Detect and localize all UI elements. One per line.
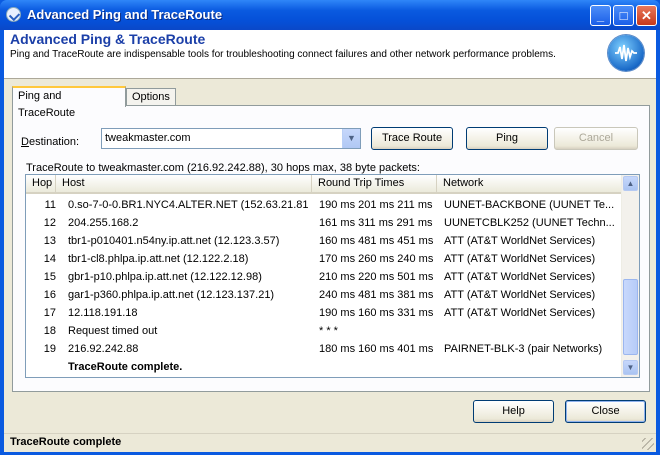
- tab-panel: Destination: tweakmaster.com ▼ Trace Rou…: [12, 105, 650, 392]
- title-bar[interactable]: Advanced Ping and TraceRoute _ □ ✕: [0, 0, 660, 30]
- trace-summary: TraceRoute to tweakmaster.com (216.92.24…: [26, 162, 420, 174]
- destination-value[interactable]: tweakmaster.com: [105, 132, 191, 144]
- hop-cell: 12: [43, 217, 56, 229]
- scrollbar-thumb[interactable]: [623, 279, 638, 355]
- app-window: Advanced Ping and TraceRoute _ □ ✕ Advan…: [0, 0, 660, 455]
- hop-cell: 17: [43, 307, 56, 319]
- rtt-cell: 170 ms 260 ms 240 ms: [319, 253, 434, 265]
- network-cell: ATT (AT&T WorldNet Services): [444, 235, 596, 247]
- table-row[interactable]: 16 gar1-p360.phlpa.ip.att.net (12.123.13…: [26, 286, 622, 304]
- status-text: TraceRoute complete: [10, 436, 122, 448]
- page-description: Ping and TraceRoute are indispensable to…: [10, 49, 556, 60]
- minimize-button[interactable]: _: [590, 5, 611, 26]
- client-area: Advanced Ping & TraceRoute Ping and Trac…: [4, 30, 656, 452]
- hop-cell: 11: [44, 199, 56, 211]
- page-title: Advanced Ping & TraceRoute: [10, 31, 206, 47]
- tab-ping-traceroute[interactable]: Ping and TraceRoute: [12, 86, 126, 119]
- column-header-rtt[interactable]: Round Trip Times: [312, 175, 437, 192]
- network-cell: ATT (AT&T WorldNet Services): [444, 253, 596, 265]
- table-row[interactable]: 18 Request timed out * * *: [26, 322, 622, 340]
- maximize-button[interactable]: □: [613, 5, 634, 26]
- window-title: Advanced Ping and TraceRoute: [27, 7, 223, 22]
- destination-combobox[interactable]: tweakmaster.com ▼: [101, 128, 361, 149]
- close-button[interactable]: Close: [565, 400, 646, 423]
- rtt-cell: 210 ms 220 ms 501 ms: [319, 271, 434, 283]
- network-cell: ATT (AT&T WorldNet Services): [444, 307, 596, 319]
- close-window-button[interactable]: ✕: [636, 5, 657, 26]
- network-cell: ATT (AT&T WorldNet Services): [444, 271, 596, 283]
- table-row[interactable]: 17 12.118.191.18 190 ms 160 ms 331 ms AT…: [26, 304, 622, 322]
- network-cell: PAIRNET-BLK-3 (pair Networks): [444, 343, 603, 355]
- hop-cell: 19: [43, 343, 56, 355]
- rtt-cell: 240 ms 481 ms 381 ms: [319, 289, 434, 301]
- host-cell: 216.92.242.88: [68, 343, 139, 355]
- rtt-cell: 180 ms 160 ms 401 ms: [319, 343, 434, 355]
- hop-cell: 13: [43, 235, 56, 247]
- scroll-down-icon[interactable]: ▼: [623, 360, 638, 375]
- tab-options[interactable]: Options: [126, 88, 176, 106]
- host-cell: 12.118.191.18: [68, 307, 138, 319]
- host-cell: gar1-p360.phlpa.ip.att.net (12.123.137.2…: [68, 289, 275, 301]
- host-cell: tbr1-cl8.phlpa.ip.att.net (12.122.2.18): [68, 253, 249, 265]
- cancel-button[interactable]: Cancel: [554, 127, 638, 150]
- table-row[interactable]: 14 tbr1-cl8.phlpa.ip.att.net (12.122.2.1…: [26, 250, 622, 268]
- header-banner: Advanced Ping & TraceRoute Ping and Trac…: [4, 30, 656, 79]
- hop-cell: 16: [43, 289, 56, 301]
- network-cell: ATT (AT&T WorldNet Services): [444, 289, 596, 301]
- hop-cell: 18: [43, 325, 56, 337]
- column-header-hop[interactable]: Hop: [26, 175, 56, 192]
- host-cell: 0.so-7-0-0.BR1.NYC4.ALTER.NET (152.63.21…: [68, 199, 308, 211]
- chevron-down-icon[interactable]: ▼: [342, 129, 360, 148]
- table-row[interactable]: 15 gbr1-p10.phlpa.ip.att.net (12.122.12.…: [26, 268, 622, 286]
- status-bar: TraceRoute complete: [4, 433, 656, 452]
- table-row[interactable]: 13 tbr1-p010401.n54ny.ip.att.net (12.123…: [26, 232, 622, 250]
- hop-cell: 14: [43, 253, 56, 265]
- host-cell: gbr1-p10.phlpa.ip.att.net (12.122.12.98): [68, 271, 262, 283]
- network-cell: UUNET-BACKBONE (UUNET Te...: [444, 199, 615, 211]
- network-cell: UUNETCBLK252 (UUNET Techn...: [444, 217, 615, 229]
- trace-route-button[interactable]: Trace Route: [371, 127, 453, 150]
- trace-complete-message: TraceRoute complete.: [68, 361, 183, 373]
- hop-cell: 15: [43, 271, 56, 283]
- rtt-cell: 190 ms 160 ms 331 ms: [319, 307, 434, 319]
- table-row[interactable]: 19 216.92.242.88 180 ms 160 ms 401 ms PA…: [26, 340, 622, 358]
- table-row[interactable]: 11 0.so-7-0-0.BR1.NYC4.ALTER.NET (152.63…: [26, 196, 622, 214]
- rtt-cell: 190 ms 201 ms 211 ms: [319, 199, 433, 211]
- table-row[interactable]: 12 204.255.168.2 161 ms 311 ms 291 ms UU…: [26, 214, 622, 232]
- destination-label: Destination:: [21, 136, 80, 148]
- list-header: Hop Host Round Trip Times Network: [26, 175, 622, 194]
- rtt-cell: 161 ms 311 ms 291 ms: [319, 217, 433, 229]
- scroll-up-icon[interactable]: ▲: [623, 176, 638, 191]
- ping-button[interactable]: Ping: [466, 127, 548, 150]
- host-cell: tbr1-p010401.n54ny.ip.att.net (12.123.3.…: [68, 235, 280, 247]
- table-row[interactable]: TraceRoute complete.: [26, 358, 622, 376]
- network-waveform-icon: [608, 35, 644, 71]
- column-header-host[interactable]: Host: [56, 175, 312, 192]
- app-icon: [6, 7, 21, 22]
- host-cell: Request timed out: [68, 325, 158, 337]
- column-header-network[interactable]: Network: [437, 175, 622, 192]
- resize-grip-icon[interactable]: [642, 438, 654, 450]
- traceroute-results-list[interactable]: Hop Host Round Trip Times Network 11 0.s…: [25, 174, 640, 378]
- rtt-cell: 160 ms 481 ms 451 ms: [319, 235, 434, 247]
- host-cell: 204.255.168.2: [68, 217, 139, 229]
- rtt-cell: * * *: [319, 325, 338, 337]
- vertical-scrollbar[interactable]: ▲ ▼: [621, 175, 639, 377]
- help-button[interactable]: Help: [473, 400, 554, 423]
